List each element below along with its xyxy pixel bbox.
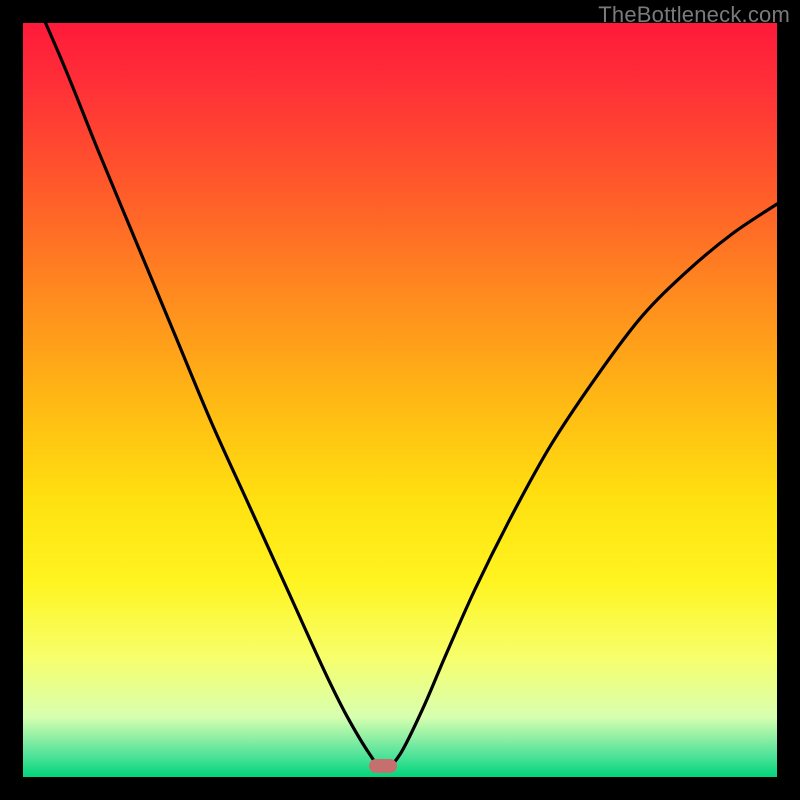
- chart-frame: TheBottleneck.com: [0, 0, 800, 800]
- plot-area: [23, 23, 777, 777]
- minimum-marker: [369, 759, 397, 773]
- watermark-text: TheBottleneck.com: [598, 2, 790, 28]
- bottleneck-curve: [23, 23, 777, 777]
